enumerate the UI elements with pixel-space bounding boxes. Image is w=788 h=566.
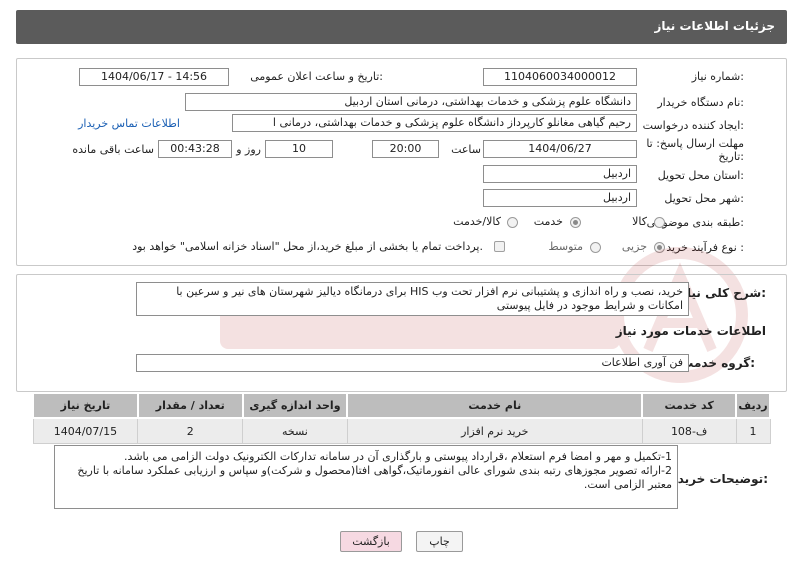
process-option-minor: جزیی (621, 240, 647, 253)
back-button[interactable]: بازگشت (340, 531, 402, 552)
process-option-medium: متوسط (548, 240, 583, 253)
print-button[interactable]: چاپ (416, 531, 463, 552)
days-remaining-field: 10 (265, 140, 333, 158)
category-radio-service[interactable] (570, 217, 581, 228)
service-group-field: فن آوری اطلاعات (136, 354, 689, 372)
services-section-title: اطلاعات خدمات مورد نیاز (615, 324, 766, 338)
col-quantity: تعداد / مقدار (136, 392, 244, 419)
days-label: روز و (236, 143, 261, 156)
creator-label: ایجاد کننده درخواست: (642, 119, 744, 132)
deadline-time-label: ساعت (451, 143, 481, 156)
buyer-note-line-2: 2-ارائه تصویر مجوزهای رتبه بندی شورای عا… (77, 464, 672, 491)
need-number-label: شماره نیاز: (691, 70, 744, 83)
category-option-goods: کالا (632, 215, 647, 228)
description-field: خرید، نصب و راه اندازی و پشتیبانی نرم اف… (136, 282, 689, 316)
process-label: نوع فرآیند خرید : (666, 241, 744, 254)
province-field: اردبیل (483, 165, 637, 183)
cell-row: 1 (735, 417, 771, 444)
category-radio-goods-service[interactable] (507, 217, 518, 228)
col-service-code: کد خدمت (641, 392, 738, 419)
col-need-date: تاریخ نیاز (32, 392, 139, 419)
deadline-label: مهلت ارسال پاسخ: تا (646, 137, 744, 150)
cell-service-code: ف-108 (641, 417, 737, 444)
treasury-payment-note: پرداخت تمام یا بخشی از مبلغ خرید،از محل … (132, 240, 483, 253)
time-remaining-label: ساعت باقی مانده (72, 143, 154, 156)
process-radio-medium[interactable] (590, 242, 601, 253)
buyer-notes-label: توضیحات خریدار: (666, 472, 768, 486)
province-label: استان محل تحویل: (657, 169, 744, 182)
col-unit: واحد اندازه گیری (241, 392, 349, 419)
deadline-time-field: 20:00 (372, 140, 439, 158)
category-option-service: خدمت (533, 215, 563, 228)
cell-quantity: 2 (137, 417, 244, 444)
table-row: 1 ف-108 خرید نرم افزار نسخه 2 1404/07/15 (32, 417, 771, 444)
buyer-org-field: دانشگاه علوم پزشکی و خدمات بهداشتی، درما… (185, 93, 637, 111)
announce-date-label: تاریخ و ساعت اعلان عمومی: (250, 70, 383, 83)
buyer-note-line-1: 1-تکمیل و مهر و امضا فرم استعلام ،قراردا… (124, 450, 672, 463)
page-title-bar: جزئیات اطلاعات نیاز (16, 10, 787, 44)
treasury-payment-checkbox[interactable] (494, 241, 505, 252)
services-table: ردیف کد خدمت نام خدمت واحد اندازه گیری ت… (32, 392, 771, 444)
announce-date-field: 1404/06/17 - 14:56 (79, 68, 229, 86)
need-info-section (16, 58, 787, 266)
cell-unit: نسخه (242, 417, 348, 444)
description-label: شرح کلی نیاز: (680, 286, 766, 300)
process-radio-minor[interactable] (654, 242, 665, 253)
buyer-org-label: نام دستگاه خریدار: (657, 96, 744, 109)
cell-service-name: خرید نرم افزار (346, 417, 643, 444)
buyer-contact-link[interactable]: اطلاعات تماس خریدار (78, 117, 180, 130)
city-field: اردبیل (483, 189, 637, 207)
services-table-header: ردیف کد خدمت نام خدمت واحد اندازه گیری ت… (32, 392, 771, 419)
deadline-date-label: تاریخ: (718, 150, 744, 163)
category-option-goods-service: کالا/خدمت (453, 215, 501, 228)
col-service-name: نام خدمت (346, 392, 644, 419)
category-radio-goods[interactable] (654, 217, 665, 228)
time-remaining-field: 00:43:28 (158, 140, 232, 158)
col-row: ردیف (735, 392, 771, 419)
buyer-notes-field: 1-تکمیل و مهر و امضا فرم استعلام ،قراردا… (54, 445, 678, 509)
page-title: جزئیات اطلاعات نیاز (654, 19, 775, 33)
service-group-label: گروه خدمت: (681, 356, 755, 370)
city-label: شهر محل تحویل: (664, 192, 744, 205)
deadline-date-field: 1404/06/27 (483, 140, 637, 158)
creator-field: رحیم گیاهی مغانلو کارپرداز دانشگاه علوم … (232, 114, 637, 132)
cell-need-date: 1404/07/15 (32, 417, 139, 444)
need-number-field: 1104060034000012 (483, 68, 637, 86)
